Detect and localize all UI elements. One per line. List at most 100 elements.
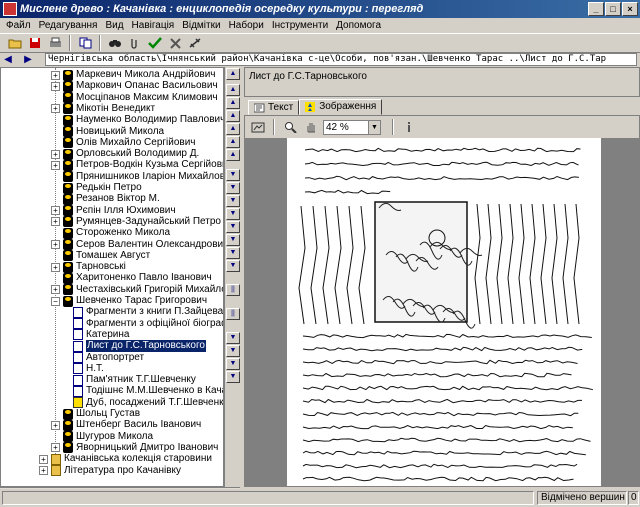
tree-item[interactable]: Орловський Володимир Д. (63, 148, 199, 160)
scroll-up-icon[interactable]: ▲ (226, 68, 240, 80)
tree-item[interactable]: Тодішнє М.М.Шевченко в Качанівці (73, 385, 223, 397)
pane-toggle-icon[interactable]: || (226, 308, 240, 320)
tree-item[interactable]: Автопортрет (73, 352, 144, 364)
menu-view[interactable]: Вид (101, 20, 127, 31)
tree-item[interactable]: Фрагменти з офіційної біографії (73, 318, 223, 330)
tree-item[interactable]: Пам'ятник Т.Г.Шевченку (73, 374, 196, 386)
binoculars-icon[interactable] (106, 35, 124, 52)
scroll-down-icon[interactable]: ▼ (226, 332, 240, 344)
tree-item[interactable]: Шугуров Микола (63, 431, 153, 443)
tree-view[interactable]: + Маркевич Микола Андрійович + Маркович Опа… (0, 67, 224, 487)
expand-icon[interactable]: + (39, 454, 48, 464)
tab-image[interactable]: Зображення (299, 99, 383, 115)
zoom-icon[interactable] (281, 119, 299, 136)
scroll-up-icon[interactable]: ▲ (226, 97, 240, 109)
tree-item[interactable]: Н.Т. (73, 363, 104, 375)
scroll-down-icon[interactable]: ▼ (226, 371, 240, 383)
menu-marks[interactable]: Відмітки (178, 20, 224, 31)
expand-icon[interactable]: + (51, 70, 60, 80)
scroll-down-icon[interactable]: ▼ (226, 358, 240, 370)
tree-item[interactable]: Честахівський Григорій Михайлович (63, 284, 223, 296)
tree-item[interactable]: Олів Михайло Сергійович (63, 137, 196, 149)
tree-item[interactable]: Дуб, посаджений Т.Г.Шевченком (73, 397, 223, 409)
menu-file[interactable]: Файл (2, 20, 35, 31)
tree-item[interactable]: Тарновські (63, 261, 126, 273)
image-viewport[interactable] (245, 138, 639, 486)
expand-icon[interactable]: + (51, 81, 60, 91)
scroll-down-icon[interactable]: ▼ (226, 169, 240, 181)
tree-item[interactable]: Томашек Август (63, 250, 150, 262)
tree-item[interactable]: Шевченко Тарас Григорович (63, 295, 207, 307)
scroll-down-icon[interactable]: ▼ (226, 182, 240, 194)
menu-help[interactable]: Допомога (332, 20, 385, 31)
tree-item[interactable]: Румянцев-Задунайський Петро О. (63, 216, 223, 228)
app-icon[interactable] (3, 2, 17, 16)
scroll-up-icon[interactable]: ▲ (226, 123, 240, 135)
tree-item[interactable]: Петров-Водкін Кузьма Сергійович (63, 159, 223, 171)
minimize-button[interactable]: _ (588, 2, 604, 16)
collapse-icon[interactable]: − (51, 296, 60, 306)
link-icon[interactable] (186, 35, 204, 52)
menu-edit[interactable]: Редагування (35, 20, 102, 31)
expand-icon[interactable]: + (39, 466, 48, 475)
tree-item[interactable]: Штенберг Василь Іванович (63, 419, 201, 431)
tree-item[interactable]: Лист до Г.С.Тарновського (73, 340, 206, 353)
tree-item[interactable]: Рєпін Ілля Юхимович (63, 205, 176, 217)
tree-item[interactable]: Яворницький Дмитро Іванович (63, 442, 218, 454)
maximize-button[interactable]: □ (605, 2, 621, 16)
save-icon[interactable] (26, 35, 44, 52)
menu-sets[interactable]: Набори (225, 20, 268, 31)
tree-item[interactable]: Редькін Петро (63, 182, 142, 194)
path-field[interactable]: Чернігівська область\Ічнянський район\Ка… (45, 53, 637, 66)
expand-icon[interactable]: + (51, 160, 60, 170)
tree-item[interactable]: Качанівська колекція старовини (51, 453, 212, 465)
scroll-down-icon[interactable]: ▼ (226, 345, 240, 357)
tree-item[interactable]: Серов Валентин Олександрович (63, 239, 223, 251)
scroll-up-icon[interactable]: ▲ (226, 110, 240, 122)
scroll-down-icon[interactable]: ▼ (226, 208, 240, 220)
pane-toggle-icon[interactable]: || (226, 284, 240, 296)
check-icon[interactable] (146, 35, 164, 52)
tree-item[interactable]: Новицький Микола (63, 126, 164, 138)
expand-icon[interactable]: + (51, 262, 60, 272)
forward-arrow-icon[interactable]: ▶ (20, 53, 36, 66)
expand-icon[interactable]: + (51, 420, 60, 430)
scroll-up-icon[interactable]: ▲ (226, 136, 240, 148)
tree-item[interactable]: Науменко Володимир Павлович (63, 114, 223, 126)
scroll-up-icon[interactable]: ▲ (226, 149, 240, 161)
menu-tools[interactable]: Інструменти (268, 20, 332, 31)
attach-icon[interactable] (126, 35, 144, 52)
tab-text[interactable]: Текст (248, 100, 300, 115)
back-arrow-icon[interactable]: ◀ (0, 53, 16, 66)
expand-icon[interactable]: + (51, 104, 60, 114)
scroll-down-icon[interactable]: ▼ (226, 260, 240, 272)
expand-icon[interactable]: + (51, 285, 60, 295)
info-icon[interactable] (400, 119, 418, 136)
tree-item[interactable]: Резанов Віктор М. (63, 193, 160, 205)
hand-pan-icon[interactable] (302, 119, 320, 136)
print-icon[interactable] (46, 35, 64, 52)
scroll-down-icon[interactable]: ▼ (226, 234, 240, 246)
expand-icon[interactable]: + (51, 206, 60, 216)
copy-icon[interactable] (76, 35, 94, 52)
scroll-down-icon[interactable]: ▼ (226, 195, 240, 207)
menu-navigation[interactable]: Навігація (128, 20, 179, 31)
tree-item[interactable]: Мікотін Венедикт (63, 103, 155, 115)
close-button[interactable]: × (622, 2, 638, 16)
tree-item[interactable]: Маркович Опанас Васильович (63, 80, 218, 92)
tree-scrollbar[interactable]: ▲ ▲ ▲ ▲ ▲ ▲ ▲ ▼ ▼ ▼ ▼ ▼ ▼ ▼ ▼ || || ▼ ▼ … (224, 67, 240, 487)
fit-image-icon[interactable] (249, 119, 267, 136)
scroll-down-icon[interactable]: ▼ (226, 221, 240, 233)
tree-item[interactable]: Маркевич Микола Андрійович (63, 69, 216, 81)
scroll-down-icon[interactable]: ▼ (226, 247, 240, 259)
tree-item[interactable]: Прянишников Іларіон Михайлович (63, 171, 223, 183)
title-bar[interactable]: Мислене древо : Качанівка : енциклопедія… (0, 0, 640, 18)
tree-item[interactable]: Харитоненко Павло Іванович (63, 272, 212, 284)
tree-item[interactable]: Фрагменти з книги П.Зайцева (73, 306, 223, 318)
scroll-up-icon[interactable]: ▲ (226, 84, 240, 96)
tree-item[interactable]: Катерина (73, 329, 129, 341)
tree-item[interactable]: Стороженко Микола (63, 227, 170, 239)
cancel-icon[interactable] (166, 35, 184, 52)
chevron-down-icon[interactable]: ▼ (368, 120, 380, 134)
expand-icon[interactable]: + (51, 240, 60, 249)
